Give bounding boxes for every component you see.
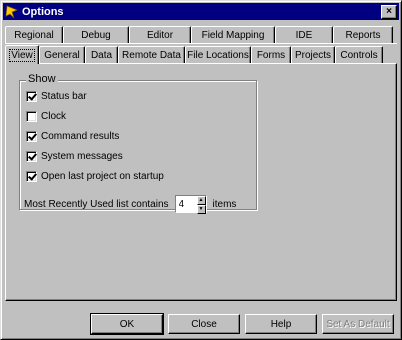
tab-label: Projects: [294, 49, 332, 61]
status-bar-label: Status bar: [41, 91, 87, 102]
close-icon[interactable]: ×: [381, 4, 397, 19]
clock-label: Clock: [41, 111, 67, 122]
tab-label: File Locations: [187, 49, 249, 61]
tab-general[interactable]: General: [39, 46, 85, 63]
tab-label: Controls: [340, 49, 378, 61]
ok-button[interactable]: OK: [90, 313, 164, 335]
tab-editor[interactable]: Editor: [129, 26, 191, 43]
command-results-label: Command results: [41, 131, 120, 142]
tab-label: Data: [90, 49, 113, 61]
help-button[interactable]: Help: [245, 314, 317, 334]
command-results-option[interactable]: Command results: [26, 131, 119, 142]
close-button[interactable]: Close: [168, 314, 240, 334]
spin-down-icon[interactable]: ▼: [196, 205, 206, 214]
mru-row: Most Recently Used list contains ▲ ▼ ite…: [24, 195, 237, 214]
tab-row-front: View General Data Remote Data File Locat…: [5, 45, 383, 64]
set-as-default-button[interactable]: Set As Default: [322, 314, 394, 334]
tab-row-back: Regional Debug Editor Field Mapping IDE …: [5, 25, 393, 44]
app-logo-icon: [5, 5, 19, 19]
spinner-buttons: ▲ ▼: [196, 196, 206, 214]
tab-label: Remote Data: [122, 49, 181, 61]
title-bar[interactable]: Options ×: [3, 3, 399, 20]
show-groupbox: Show Status bar Clock Command results Sy…: [19, 73, 257, 214]
tab-label: Field Mapping: [201, 29, 265, 41]
system-messages-label: System messages: [41, 151, 123, 162]
system-messages-checkbox[interactable]: [26, 151, 37, 162]
mru-spinner[interactable]: ▲ ▼: [174, 195, 207, 214]
tab-row-divider: [5, 43, 397, 44]
open-last-project-option[interactable]: Open last project on startup: [26, 171, 164, 182]
tab-reports[interactable]: Reports: [333, 26, 393, 43]
tab-label: Forms: [256, 49, 286, 61]
mru-label: Most Recently Used list contains: [24, 198, 169, 210]
open-last-project-checkbox[interactable]: [26, 171, 37, 182]
clock-option[interactable]: Clock: [26, 111, 66, 122]
tab-data[interactable]: Data: [85, 46, 118, 63]
tab-label: View: [9, 48, 35, 62]
tab-forms[interactable]: Forms: [251, 46, 291, 63]
system-messages-option[interactable]: System messages: [26, 151, 123, 162]
tab-file-locations[interactable]: File Locations: [185, 46, 251, 63]
tab-debug[interactable]: Debug: [63, 26, 129, 43]
tab-label: Debug: [81, 29, 111, 41]
spin-up-icon[interactable]: ▲: [196, 196, 206, 205]
tab-regional[interactable]: Regional: [5, 26, 63, 43]
tab-field-mapping[interactable]: Field Mapping: [191, 26, 275, 43]
tab-controls[interactable]: Controls: [335, 46, 383, 63]
tab-projects[interactable]: Projects: [291, 46, 335, 63]
tab-label: IDE: [295, 29, 313, 41]
open-last-project-label: Open last project on startup: [41, 171, 164, 182]
status-bar-option[interactable]: Status bar: [26, 91, 87, 102]
window-title: Options: [22, 5, 64, 18]
clock-checkbox[interactable]: [26, 111, 37, 122]
tab-view[interactable]: View: [5, 45, 39, 64]
view-tab-panel: Show Status bar Clock Command results Sy…: [5, 63, 397, 301]
show-group-label: Show: [26, 73, 58, 85]
tab-label: Editor: [146, 29, 174, 41]
tab-ide[interactable]: IDE: [275, 26, 333, 43]
mru-count-input[interactable]: [175, 196, 197, 212]
tab-label: Reports: [345, 29, 381, 41]
status-bar-checkbox[interactable]: [26, 91, 37, 102]
command-results-checkbox[interactable]: [26, 131, 37, 142]
options-dialog: Options × Regional Debug Editor Field Ma…: [0, 0, 402, 340]
tab-label: Regional: [14, 29, 54, 41]
tab-label: General: [44, 49, 80, 61]
tab-remote-data[interactable]: Remote Data: [118, 46, 185, 63]
mru-suffix: items: [212, 198, 237, 210]
